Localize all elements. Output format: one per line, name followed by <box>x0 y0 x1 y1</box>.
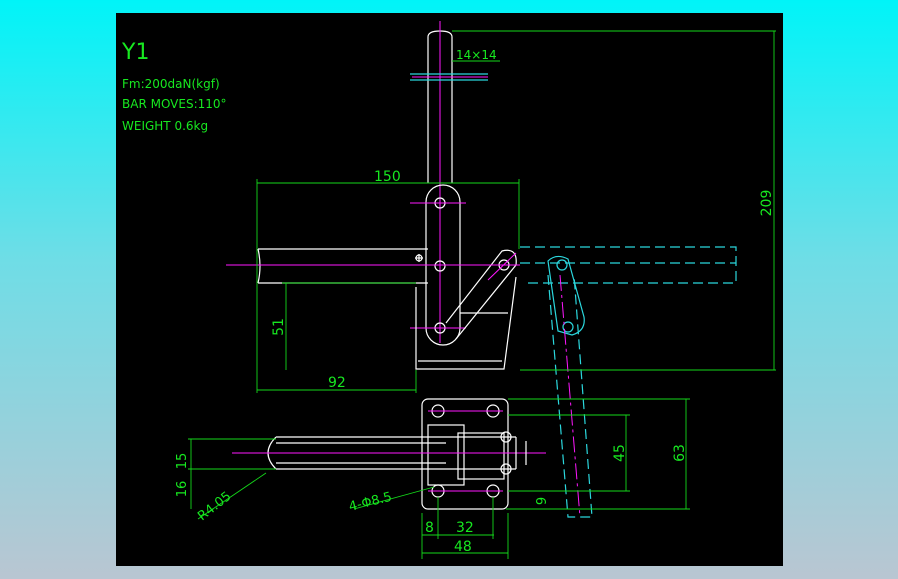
dim-150: 150 <box>374 169 401 185</box>
base-plate-top-view <box>421 398 512 510</box>
clamp-bar <box>226 248 520 284</box>
dim-square: 14×14 <box>456 48 497 62</box>
handle-top-view <box>232 436 546 470</box>
dim-63: 63 <box>672 444 688 462</box>
model-label: Y1 <box>121 40 149 65</box>
dim-32: 32 <box>456 520 474 536</box>
cad-viewport[interactable]: Y1 Fm:200daN(kgf) BAR MOVES:110° WEIGHT … <box>116 13 783 566</box>
force-label: Fm:200daN(kgf) <box>122 77 220 91</box>
top-dimensions <box>188 398 690 559</box>
dim-radius: R4.05 <box>195 489 234 524</box>
weight-label: WEIGHT 0.6kg <box>122 119 208 133</box>
side-dimensions <box>256 30 776 393</box>
base-bracket <box>415 276 517 370</box>
vertical-handle <box>410 21 488 343</box>
dim-8: 8 <box>425 520 434 536</box>
dim-48: 48 <box>454 539 472 555</box>
dim-9: 9 <box>535 497 550 505</box>
dim-15: 15 <box>175 453 190 470</box>
dim-holes: 4-Φ8.5 <box>347 490 393 515</box>
dim-51: 51 <box>271 318 287 336</box>
dim-209: 209 <box>759 190 775 217</box>
dim-45: 45 <box>612 444 628 462</box>
bar-moves-label: BAR MOVES:110° <box>122 97 227 111</box>
open-position-ghost <box>520 246 737 518</box>
dim-16: 16 <box>175 481 190 498</box>
dim-92: 92 <box>328 375 346 391</box>
clamp-drawing: Y1 Fm:200daN(kgf) BAR MOVES:110° WEIGHT … <box>121 21 776 559</box>
